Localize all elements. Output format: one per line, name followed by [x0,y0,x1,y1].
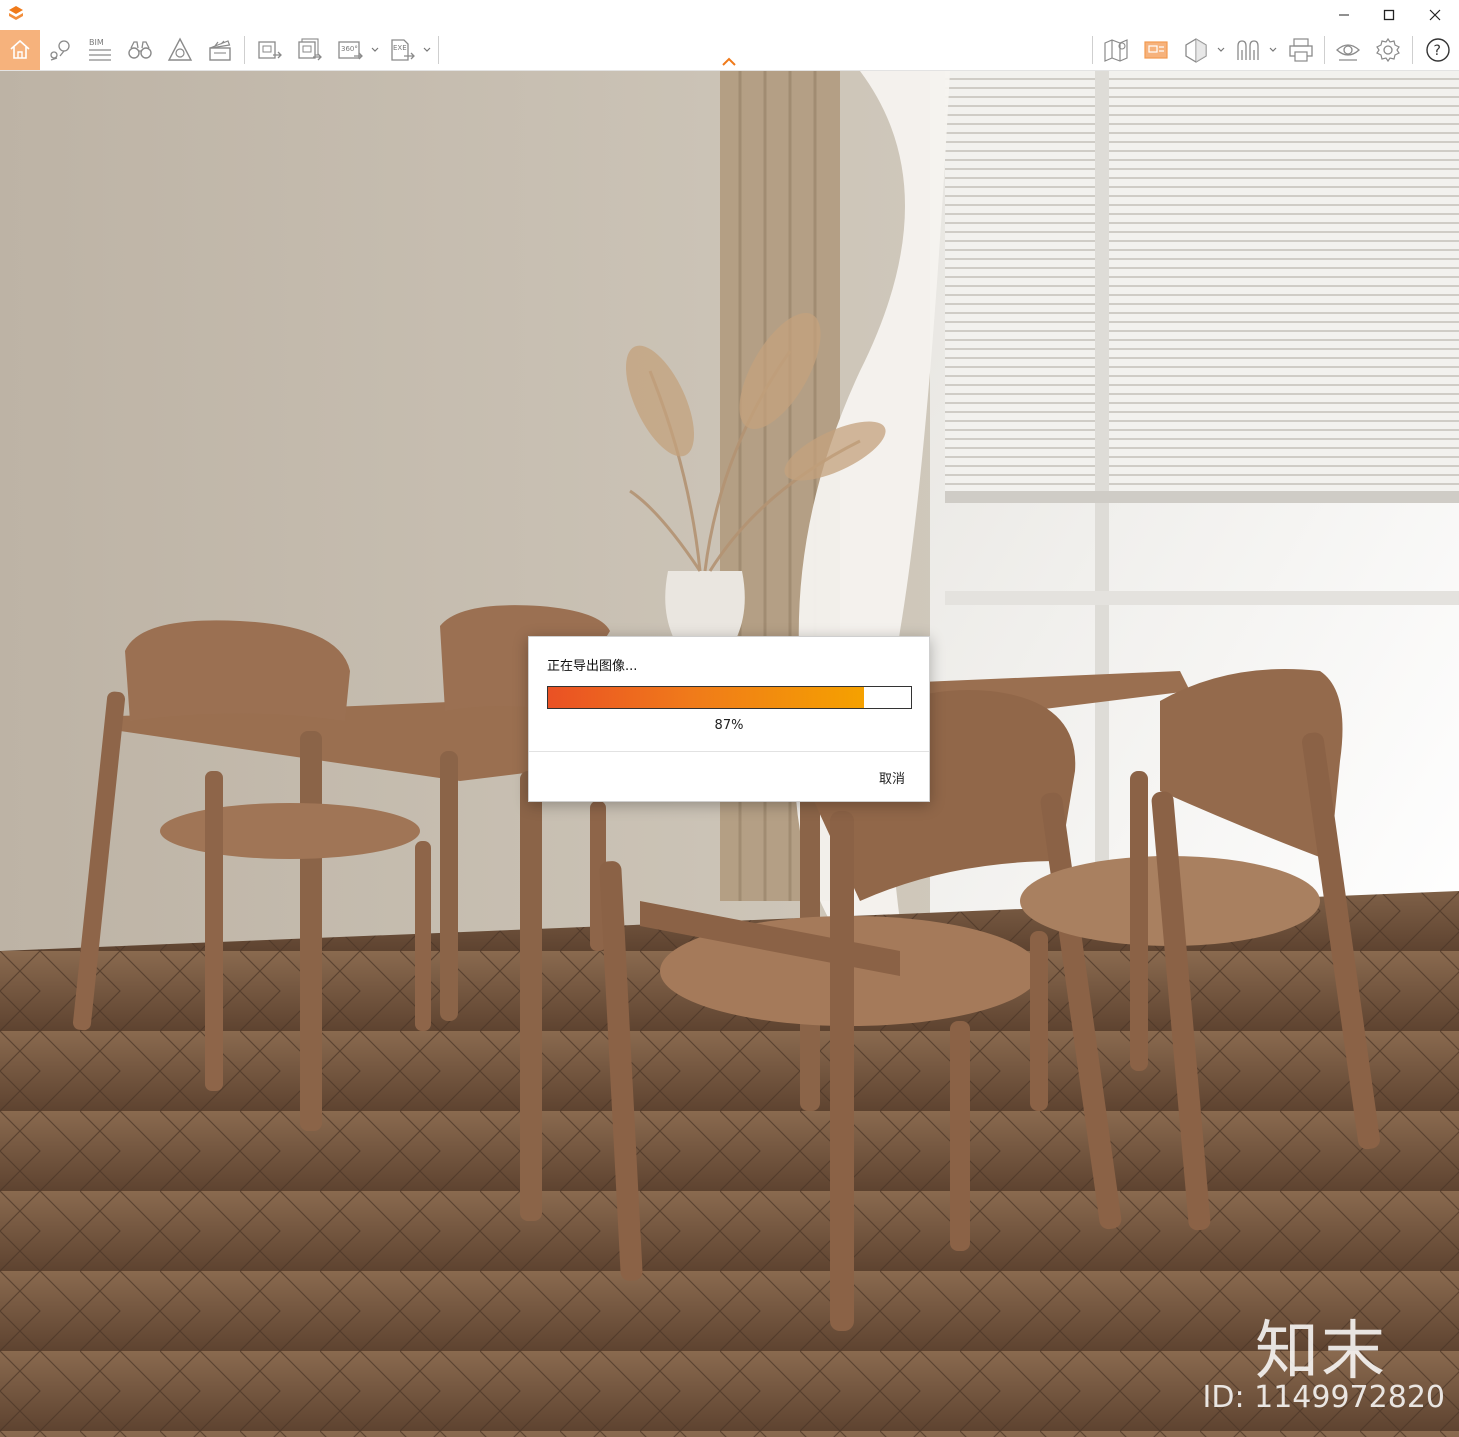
visibility-button[interactable] [1332,30,1364,70]
chevron-down-icon[interactable] [422,45,432,55]
chevron-up-icon[interactable] [720,56,738,68]
chevron-down-icon[interactable] [1216,45,1226,55]
svg-text:360°: 360° [341,45,358,53]
export-batch-button[interactable] [292,30,326,70]
walkthrough-button[interactable] [124,30,156,70]
svg-text:?: ? [1434,43,1441,59]
export-batch-image-icon [298,38,322,61]
home-button[interactable] [0,30,40,70]
issue-button[interactable] [164,30,196,70]
map-icon [1104,39,1128,62]
animation-button[interactable] [204,30,236,70]
settings-button[interactable] [1372,30,1404,70]
print-icon [1289,38,1313,62]
eye-icon [1336,44,1360,61]
map-button[interactable] [1100,30,1132,70]
binoculars-icon [128,41,152,59]
home-icon [10,39,30,59]
title-bar [0,0,1459,30]
export-exe-icon: EXE [391,39,415,61]
progress-bar [547,686,912,709]
cube-icon [1185,38,1207,63]
maximize-button[interactable] [1366,0,1412,30]
close-button[interactable] [1412,0,1458,30]
watermark-id: ID: 1149972820 [1202,1380,1445,1415]
gear-icon [1376,37,1400,63]
svg-text:BIM: BIM [89,38,104,47]
export-image-button[interactable] [252,30,286,70]
toolbar-separator [244,36,245,64]
svg-text:EXE: EXE [393,44,407,52]
export-panorama-icon: 360° [338,41,363,60]
watermark-logo: 知末 [1255,1315,1387,1389]
chevron-down-icon[interactable] [370,45,380,55]
progress-percent-label: 87% [714,718,744,733]
help-icon: ? [1426,38,1450,62]
image-panel-button[interactable] [1140,30,1172,70]
clapperboard-icon [209,40,231,61]
export-image-icon [258,41,282,59]
people-icon [1237,40,1259,60]
toolbar-separator [1092,36,1093,64]
export-exe-button[interactable]: EXE [386,30,418,70]
bim-icon: BIM [89,38,111,61]
chevron-down-icon[interactable] [1268,45,1278,55]
app-logo-icon [6,4,26,24]
export-progress-dialog: 正在导出图像... 87% 取消 [528,636,930,802]
export-panorama-button[interactable]: 360° [334,30,366,70]
progress-bar-fill [548,687,864,708]
dialog-title: 正在导出图像... [547,659,638,674]
cancel-button[interactable]: 取消 [879,768,905,787]
people-button[interactable] [1232,30,1264,70]
location-pin-icon [50,40,70,61]
help-button[interactable]: ? [1422,30,1454,70]
view-cube-button[interactable] [1180,30,1212,70]
image-panel-icon [1144,41,1168,59]
warning-triangle-icon [167,37,193,61]
dialog-divider [529,751,929,752]
minimize-button[interactable] [1321,0,1367,30]
bim-button[interactable]: BIM [84,30,116,70]
location-button[interactable] [44,30,76,70]
toolbar-separator [438,36,439,64]
print-button[interactable] [1284,30,1318,70]
toolbar-separator [1412,36,1413,64]
toolbar-separator [1324,36,1325,64]
